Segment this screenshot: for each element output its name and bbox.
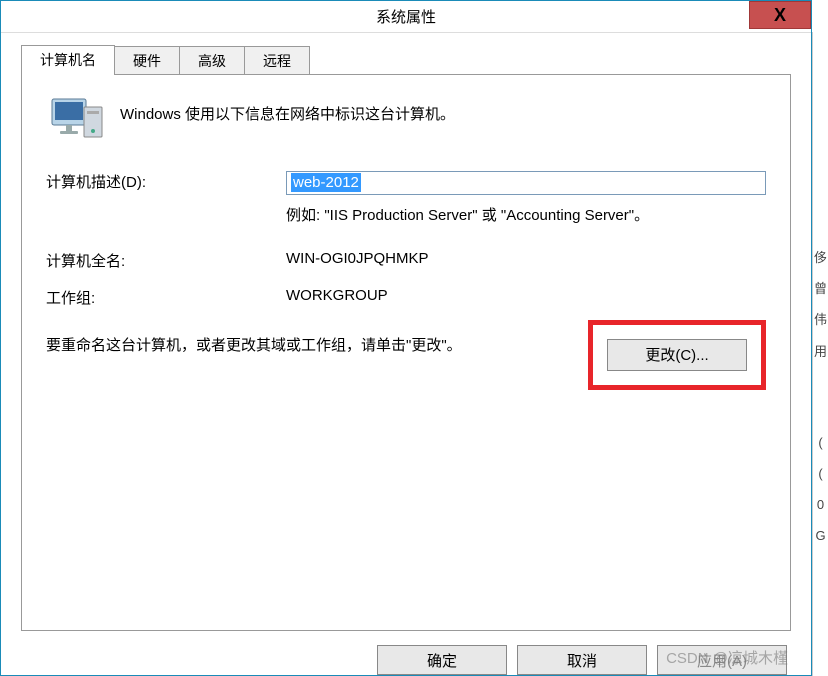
rename-section: 要重命名这台计算机，或者更改其域或工作组，请单击"更改"。 更改(C)... xyxy=(46,334,766,358)
tab-computer-name[interactable]: 计算机名 xyxy=(21,45,115,75)
content-area: 计算机名 硬件 高级 远程 xyxy=(1,33,811,675)
tab-advanced[interactable]: 高级 xyxy=(179,46,245,75)
highlight-box: 更改(C)... xyxy=(588,320,766,390)
description-label: 计算机描述(D): xyxy=(46,171,286,192)
field-fullname: 计算机全名: WIN-OGI0JPQHMKP xyxy=(46,250,766,271)
fullname-value: WIN-OGI0JPQHMKP xyxy=(286,250,766,267)
computer-icon xyxy=(46,95,106,143)
tab-label: 高级 xyxy=(198,53,226,69)
description-input[interactable]: web-2012 xyxy=(286,171,766,195)
system-properties-window: 系统属性 X 计算机名 硬件 高级 远程 xyxy=(0,0,812,676)
tab-label: 硬件 xyxy=(133,53,161,69)
ok-button[interactable]: 确定 xyxy=(377,645,507,675)
tab-panel: Windows 使用以下信息在网络中标识这台计算机。 计算机描述(D): web… xyxy=(21,74,791,631)
background-stripe: 侈曾伟用 ((0G xyxy=(812,32,828,676)
tab-hardware[interactable]: 硬件 xyxy=(114,46,180,75)
intro-row: Windows 使用以下信息在网络中标识这台计算机。 xyxy=(46,95,766,143)
footer-buttons: 确定 取消 应用(A) xyxy=(21,631,791,675)
fullname-label: 计算机全名: xyxy=(46,250,286,271)
close-button[interactable]: X xyxy=(749,1,811,29)
workgroup-label: 工作组: xyxy=(46,287,286,308)
field-workgroup: 工作组: WORKGROUP xyxy=(46,287,766,308)
workgroup-value: WORKGROUP xyxy=(286,287,766,304)
intro-text: Windows 使用以下信息在网络中标识这台计算机。 xyxy=(120,103,455,124)
field-description: 计算机描述(D): web-2012 xyxy=(46,171,766,195)
tab-label: 远程 xyxy=(263,53,291,69)
description-value: web-2012 xyxy=(291,173,361,192)
tab-row: 计算机名 硬件 高级 远程 xyxy=(21,49,791,75)
title-bar: 系统属性 X xyxy=(1,1,811,33)
close-icon: X xyxy=(774,5,786,26)
rename-text: 要重命名这台计算机，或者更改其域或工作组，请单击"更改"。 xyxy=(46,334,546,358)
window-title: 系统属性 xyxy=(376,6,436,27)
cancel-button[interactable]: 取消 xyxy=(517,645,647,675)
tab-remote[interactable]: 远程 xyxy=(244,46,310,75)
example-text: 例如: "IIS Production Server" 或 "Accountin… xyxy=(286,205,766,228)
apply-button[interactable]: 应用(A) xyxy=(657,645,787,675)
change-button[interactable]: 更改(C)... xyxy=(607,339,747,371)
tab-label: 计算机名 xyxy=(40,52,96,68)
